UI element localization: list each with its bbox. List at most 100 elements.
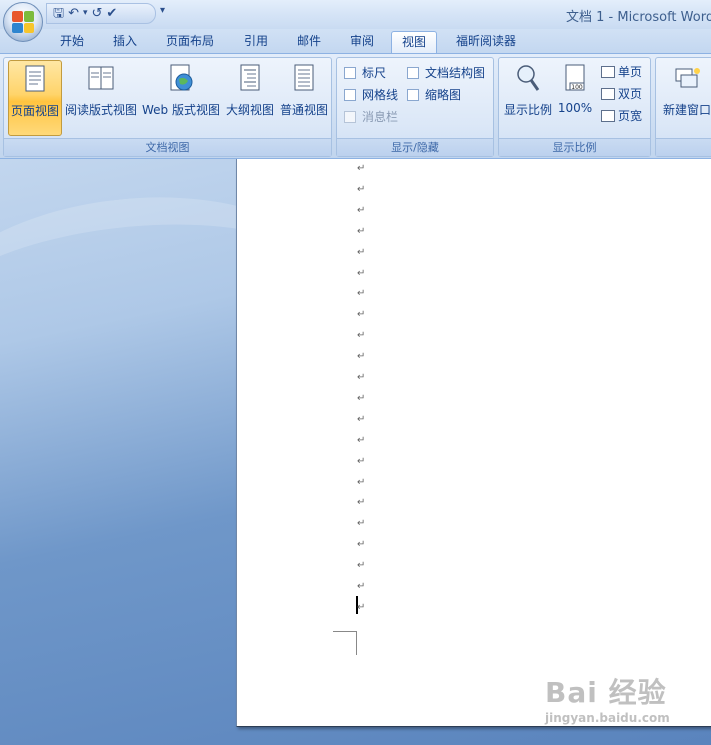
paragraph-mark: ↵ xyxy=(357,309,366,321)
paragraph-mark: ↵ xyxy=(357,183,366,195)
two-pages-button[interactable]: 双页 xyxy=(601,85,642,102)
margin-corner-vertical xyxy=(356,631,357,655)
paragraph-mark: ↵ xyxy=(357,497,366,509)
group-label-show-hide: 显示/隐藏 xyxy=(337,138,493,156)
new-window-icon xyxy=(675,68,700,88)
tab-mailings[interactable]: 邮件 xyxy=(289,31,329,53)
watermark-url: jingyan.baidu.com xyxy=(545,711,670,725)
undo-icon[interactable]: ↶ xyxy=(68,7,79,20)
group-label-window xyxy=(656,138,711,156)
message-bar-label: 消息栏 xyxy=(362,110,399,124)
group-zoom: 显示比例 100 100% 单页 双页 页宽 显示比例 xyxy=(498,57,651,157)
paragraph-mark: ↵ xyxy=(357,455,366,467)
paragraph-mark: ↵ xyxy=(357,539,366,551)
tab-home[interactable]: 开始 xyxy=(52,31,92,53)
tab-review[interactable]: 审阅 xyxy=(342,31,382,53)
magnifier-icon xyxy=(517,65,540,91)
print-layout-label: 页面视图 xyxy=(10,104,59,118)
group-label-zoom: 显示比例 xyxy=(499,138,650,156)
draft-button[interactable]: 普通视图 xyxy=(278,60,330,136)
paragraph-mark: ↵ xyxy=(357,163,366,174)
ribbon: 页面视图 阅读版式视图 Web 版式视图 大纲视图 普通视图 文档视图 标尺 网… xyxy=(0,53,711,159)
draft-label: 普通视图 xyxy=(279,103,328,117)
web-layout-label: Web 版式视图 xyxy=(142,103,220,117)
new-window-label: 新建窗口 xyxy=(662,103,711,117)
one-page-icon xyxy=(601,65,615,78)
two-pages-icon xyxy=(601,87,615,100)
ruler-label: 标尺 xyxy=(362,66,387,80)
outline-icon xyxy=(240,64,260,91)
document-map-label: 文档结构图 xyxy=(425,66,486,80)
paragraph-mark: ↵ xyxy=(357,351,366,363)
window-title: 文档 1 - Microsoft Word xyxy=(566,10,711,25)
zoom-100-label: 100% xyxy=(557,101,593,115)
paragraph-mark: ↵ xyxy=(357,518,366,530)
save-icon[interactable]: 🖫 xyxy=(53,7,64,20)
message-bar-checkbox: 消息栏 xyxy=(344,108,398,125)
baidu-watermark: Bai 经验 jingyan.baidu.com xyxy=(545,671,670,725)
paragraph-mark: ↵ xyxy=(357,434,366,446)
undo-dropdown-icon[interactable]: ▾ xyxy=(83,9,88,18)
tab-page-layout[interactable]: 页面布局 xyxy=(158,31,222,53)
office-button[interactable] xyxy=(3,2,43,42)
margin-corner-horizontal xyxy=(333,631,357,632)
gridlines-label: 网格线 xyxy=(362,88,399,102)
tab-insert[interactable]: 插入 xyxy=(105,31,145,53)
paragraph-mark: ↵ xyxy=(357,392,366,404)
web-layout-button[interactable]: Web 版式视图 xyxy=(140,60,222,136)
group-label-document-views: 文档视图 xyxy=(4,138,331,156)
group-show-hide: 标尺 网格线 消息栏 文档结构图 缩略图 显示/隐藏 xyxy=(336,57,494,157)
group-document-views: 页面视图 阅读版式视图 Web 版式视图 大纲视图 普通视图 文档视图 xyxy=(3,57,332,157)
ruler-checkbox[interactable]: 标尺 xyxy=(344,64,386,81)
document-workspace[interactable]: ↵ ↵ ↵ ↵ ↵ ↵ ↵ ↵ ↵ ↵ ↵ ↵ ↵ ↵ ↵ ↵ ↵ ↵ ↵ ↵ ↵ ↵ xyxy=(0,159,711,745)
zoom-100-icon-text: 100 xyxy=(571,84,583,91)
zoom-100-button[interactable]: 100 100% xyxy=(555,60,595,136)
customize-qat-icon[interactable]: ▾ xyxy=(160,5,165,16)
new-window-button[interactable]: 新建窗口 xyxy=(658,60,711,136)
spelling-icon[interactable]: ✔ xyxy=(106,7,117,20)
paragraph-mark: ↵ xyxy=(357,267,366,279)
quick-access-toolbar: 🖫 ↶ ▾ ↺ ✔ xyxy=(46,3,156,24)
ribbon-tabs: 开始 插入 页面布局 引用 邮件 审阅 视图 福昕阅读器 xyxy=(0,29,711,53)
paragraph-mark: ↵ xyxy=(357,601,366,613)
page-width-icon xyxy=(601,109,615,122)
paragraph-mark: ↵ xyxy=(357,413,366,425)
watermark-main-text: Bai 经验 xyxy=(545,676,667,709)
paragraph-mark: ↵ xyxy=(357,225,366,237)
paragraph-mark: ↵ xyxy=(357,476,366,488)
redo-icon[interactable]: ↺ xyxy=(92,7,103,20)
ruler-checkbox-box xyxy=(344,66,356,79)
document-page[interactable]: ↵ ↵ ↵ ↵ ↵ ↵ ↵ ↵ ↵ ↵ ↵ ↵ ↵ ↵ ↵ ↵ ↵ ↵ ↵ ↵ ↵ ↵ xyxy=(236,159,711,727)
zoom-100-icon: 100 xyxy=(565,64,585,91)
paragraph-mark: ↵ xyxy=(357,372,366,383)
thumbnails-checkbox[interactable]: 缩略图 xyxy=(407,86,461,103)
gridlines-checkbox[interactable]: 网格线 xyxy=(344,86,398,103)
page-width-button[interactable]: 页宽 xyxy=(601,107,642,124)
full-screen-reading-label: 阅读版式视图 xyxy=(64,103,137,117)
tab-view[interactable]: 视图 xyxy=(391,31,437,53)
tab-references[interactable]: 引用 xyxy=(236,31,276,53)
group-window: 新建窗口 xyxy=(655,57,711,157)
print-layout-icon xyxy=(25,65,45,92)
one-page-button[interactable]: 单页 xyxy=(601,63,642,80)
web-layout-icon xyxy=(170,64,193,91)
page-width-label: 页宽 xyxy=(618,109,643,123)
outline-label: 大纲视图 xyxy=(225,103,274,117)
paragraph-mark: ↵ xyxy=(357,204,366,216)
tab-foxit-reader[interactable]: 福昕阅读器 xyxy=(448,31,524,53)
paragraph-mark: ↵ xyxy=(357,560,366,572)
title-bar: 🖫 ↶ ▾ ↺ ✔ ▾ 文档 1 - Microsoft Word xyxy=(0,0,711,29)
draft-icon xyxy=(294,64,314,91)
reading-layout-icon xyxy=(88,66,114,90)
gridlines-checkbox-box xyxy=(344,88,356,101)
print-layout-button[interactable]: 页面视图 xyxy=(8,60,62,136)
two-pages-label: 双页 xyxy=(618,87,643,101)
paragraph-mark: ↵ xyxy=(357,330,366,342)
outline-button[interactable]: 大纲视图 xyxy=(224,60,276,136)
paragraph-mark: ↵ xyxy=(357,246,366,258)
zoom-label: 显示比例 xyxy=(503,103,552,117)
document-map-checkbox[interactable]: 文档结构图 xyxy=(407,64,485,81)
full-screen-reading-button[interactable]: 阅读版式视图 xyxy=(64,60,138,136)
document-map-checkbox-box xyxy=(407,66,419,79)
zoom-button[interactable]: 显示比例 xyxy=(503,60,553,136)
